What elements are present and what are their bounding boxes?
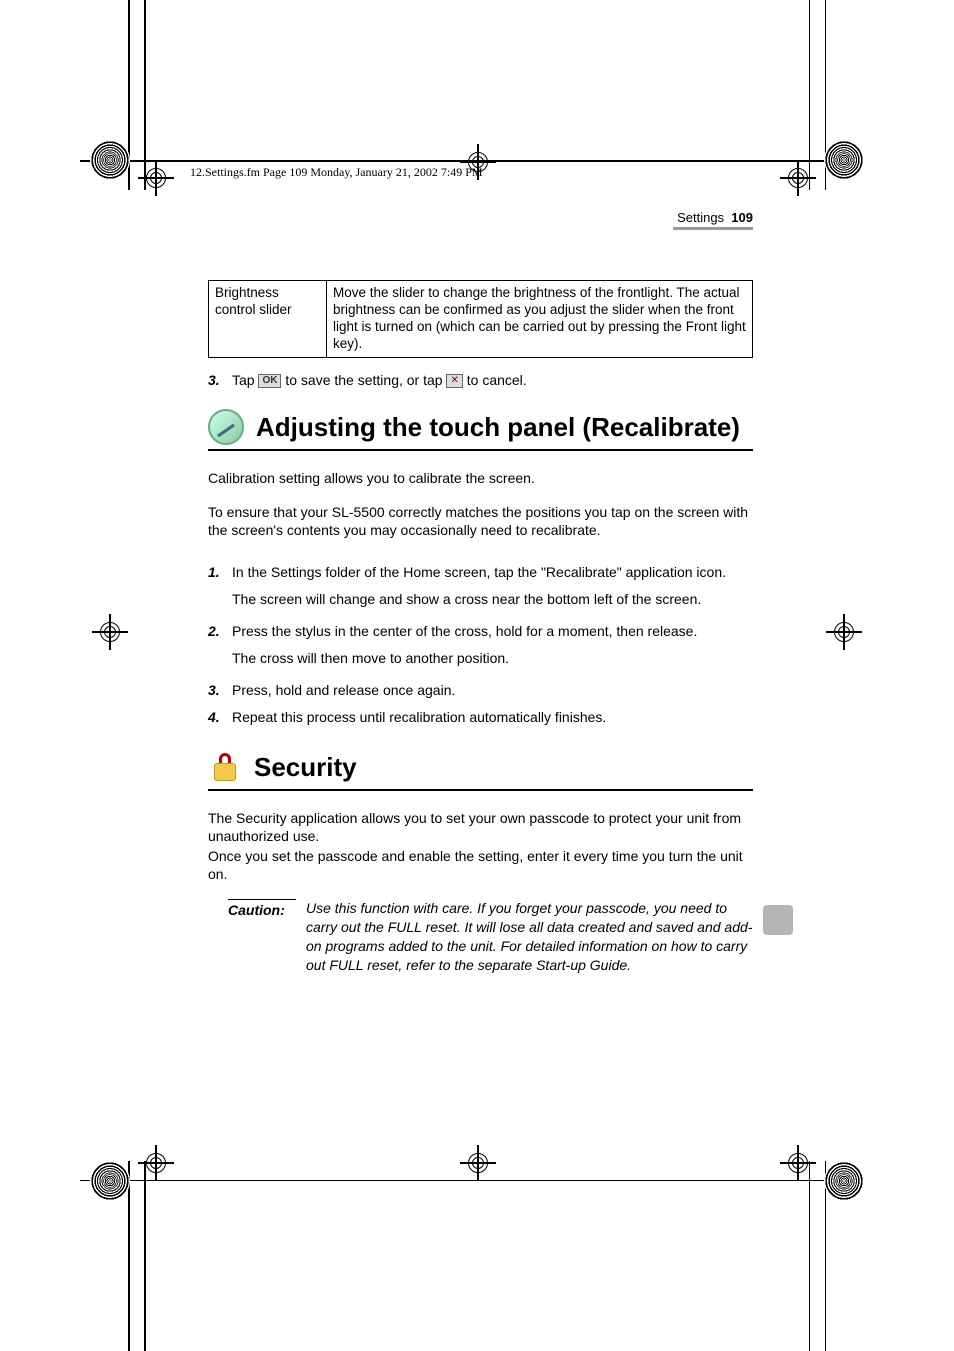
header-rule xyxy=(673,227,753,230)
step-number: 2. xyxy=(208,623,232,641)
table-desc: Move the slider to change the brightness… xyxy=(327,281,753,358)
section-heading-recalibrate: Adjusting the touch panel (Recalibrate) xyxy=(208,409,753,445)
print-mark xyxy=(824,1161,864,1201)
paragraph: To ensure that your SL-5500 correctly ma… xyxy=(208,503,753,539)
page-number: 109 xyxy=(731,210,753,225)
print-mark xyxy=(824,140,864,180)
page-content: Settings 109 Brightness control slider M… xyxy=(208,210,753,975)
print-mark xyxy=(90,140,130,180)
section-title: Security xyxy=(254,751,357,784)
thumb-index xyxy=(763,905,793,935)
step-row: 4. Repeat this process until recalibrati… xyxy=(208,709,753,727)
lock-icon xyxy=(208,751,242,785)
step-row: 3. Tap OK to save the setting, or tap ✕ … xyxy=(208,372,753,390)
table-label: Brightness control slider xyxy=(209,281,327,358)
registration-mark xyxy=(460,1145,496,1181)
step-number: 3. xyxy=(208,682,232,700)
framemaker-header: 12.Settings.fm Page 109 Monday, January … xyxy=(190,165,483,180)
section-title: Adjusting the touch panel (Recalibrate) xyxy=(256,411,740,444)
registration-mark xyxy=(92,614,128,650)
step-row: 2. Press the stylus in the center of the… xyxy=(208,623,753,641)
registration-mark xyxy=(780,1145,816,1181)
caution-label: Caution: xyxy=(228,899,296,975)
registration-mark xyxy=(138,160,174,196)
step-text: Press, hold and release once again. xyxy=(232,682,753,700)
paragraph: Once you set the passcode and enable the… xyxy=(208,847,753,883)
paragraph: Calibration setting allows you to calibr… xyxy=(208,469,753,487)
step-text: In the Settings folder of the Home scree… xyxy=(232,564,753,582)
recalibrate-icon xyxy=(208,409,244,445)
step-row: 3. Press, hold and release once again. xyxy=(208,682,753,700)
brightness-table: Brightness control slider Move the slide… xyxy=(208,280,753,358)
section-name: Settings xyxy=(677,210,724,225)
ok-button-icon: OK xyxy=(258,374,281,388)
running-header: Settings 109 xyxy=(208,210,753,225)
section-heading-security: Security xyxy=(208,751,753,785)
cancel-button-icon: ✕ xyxy=(446,374,462,388)
caution-text: Use this function with care. If you forg… xyxy=(306,899,753,975)
caution-block: Caution: Use this function with care. If… xyxy=(228,899,753,975)
registration-mark xyxy=(780,160,816,196)
step-number: 3. xyxy=(208,372,232,390)
print-mark xyxy=(90,1161,130,1201)
step-sub: The cross will then move to another posi… xyxy=(232,650,753,668)
step-sub: The screen will change and show a cross … xyxy=(232,591,753,609)
step-row: 1. In the Settings folder of the Home sc… xyxy=(208,564,753,582)
step-text: Tap OK to save the setting, or tap ✕ to … xyxy=(232,372,753,390)
paragraph: The Security application allows you to s… xyxy=(208,809,753,845)
step-number: 1. xyxy=(208,564,232,582)
registration-mark xyxy=(826,614,862,650)
step-text: Repeat this process until recalibration … xyxy=(232,709,753,727)
step-number: 4. xyxy=(208,709,232,727)
registration-mark xyxy=(138,1145,174,1181)
step-text: Press the stylus in the center of the cr… xyxy=(232,623,753,641)
